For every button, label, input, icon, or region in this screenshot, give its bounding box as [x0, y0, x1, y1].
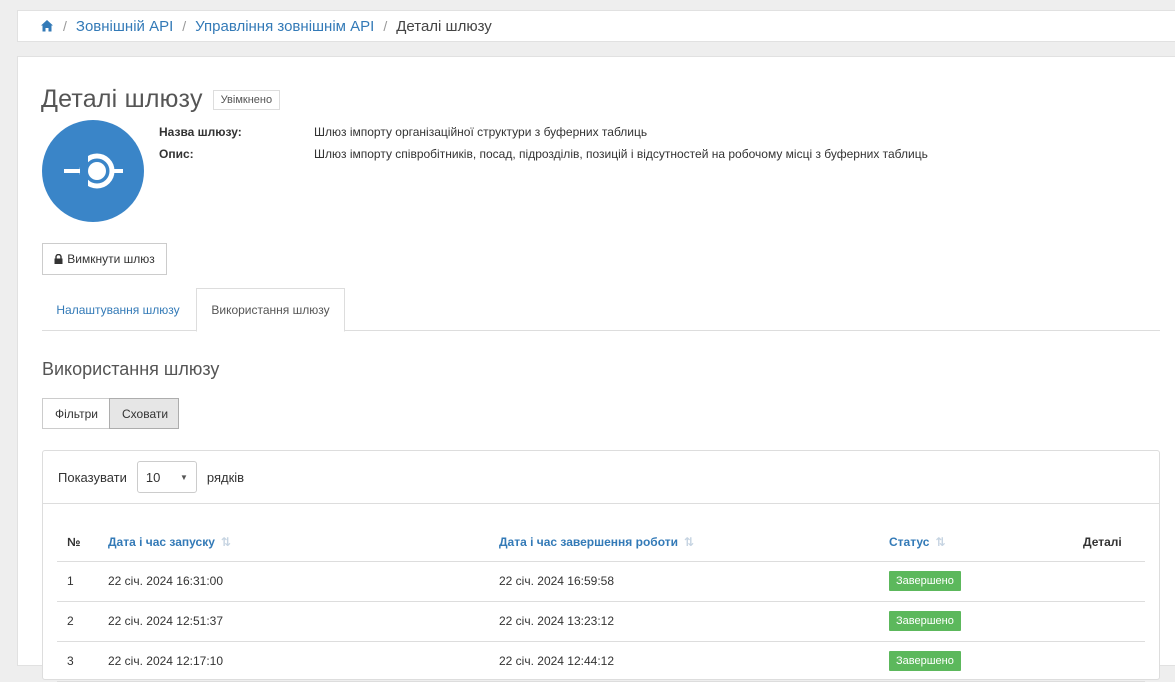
- tab-gateway-usage[interactable]: Використання шлюзу: [196, 288, 345, 332]
- breadcrumb-link-api-management[interactable]: Управління зовнішнім API: [195, 18, 374, 35]
- column-header-details: Деталі: [1083, 523, 1145, 562]
- gateway-description-value: Шлюз імпорту співробітників, посад, підр…: [314, 147, 928, 161]
- breadcrumb-separator: /: [383, 18, 388, 34]
- filter-button-group: Фільтри Сховати: [42, 398, 179, 429]
- table-header-row: № Дата і час запуску ⇅ Дата і час заверше…: [57, 523, 1145, 562]
- column-header-start[interactable]: Дата і час запуску ⇅: [107, 523, 498, 562]
- page-title: Деталі шлюзу: [41, 85, 203, 113]
- status-badge: Завершено: [889, 651, 961, 671]
- section-title: Використання шлюзу: [42, 359, 220, 379]
- cell-start: 22 січ. 2024 12:51:37: [107, 601, 498, 642]
- gateway-description-row: Опис: Шлюз імпорту співробітників, посад…: [159, 143, 928, 165]
- hide-button[interactable]: Сховати: [109, 398, 179, 429]
- cell-end: 22 січ. 2024 13:23:12: [498, 601, 888, 642]
- table-row[interactable]: 1 22 січ. 2024 16:31:00 22 січ. 2024 16:…: [57, 561, 1145, 602]
- table-row[interactable]: 3 22 січ. 2024 12:17:10 22 січ. 2024 12:…: [57, 641, 1145, 682]
- chevron-down-icon: ▼: [179, 472, 188, 482]
- usage-table-panel: Показувати 10 ▼ рядків № Дата і час запу…: [42, 450, 1160, 682]
- cell-end: 22 січ. 2024 16:59:58: [498, 561, 888, 602]
- cell-details: [1083, 601, 1145, 642]
- disable-gateway-label: Вимкнути шлюз: [67, 252, 155, 266]
- column-header-status[interactable]: Статус ⇅: [888, 523, 1083, 562]
- title-row: Деталі шлюзу Увімкнено: [41, 85, 281, 114]
- tab-gateway-settings[interactable]: Налаштування шлюзу: [42, 288, 194, 331]
- usage-table: № Дата і час запуску ⇅ Дата і час заверше…: [57, 523, 1145, 682]
- home-icon[interactable]: [40, 19, 54, 33]
- cell-status: Завершено: [888, 601, 1083, 642]
- breadcrumb-separator: /: [63, 18, 67, 34]
- tab-bar: Налаштування шлюзу Використання шлюзу: [42, 288, 1160, 332]
- page-length-control: Показувати 10 ▼ рядків: [58, 461, 244, 493]
- cell-number: 3: [57, 641, 107, 682]
- breadcrumb-current: Деталі шлюзу: [396, 17, 492, 35]
- status-badge: Увімкнено: [212, 89, 281, 110]
- rows-label: рядків: [206, 469, 245, 485]
- cell-status: Завершено: [888, 641, 1083, 682]
- column-header-number: №: [57, 523, 107, 562]
- show-label: Показувати: [58, 469, 127, 485]
- table-row[interactable]: 2 22 січ. 2024 12:51:37 22 січ. 2024 13:…: [57, 601, 1145, 642]
- lock-icon: [54, 254, 63, 264]
- column-header-start-label: Дата і час запуску: [108, 534, 215, 549]
- column-header-end[interactable]: Дата і час завершення роботи ⇅: [498, 523, 888, 562]
- sort-icon: ⇅: [220, 534, 231, 549]
- column-header-status-label: Статус: [889, 534, 930, 549]
- page-size-select[interactable]: 10 ▼: [136, 461, 197, 493]
- cell-end: 22 січ. 2024 12:44:12: [498, 641, 888, 682]
- divider: [43, 503, 1159, 504]
- cell-number: 1: [57, 561, 107, 602]
- disable-gateway-button[interactable]: Вимкнути шлюз: [42, 243, 167, 275]
- column-header-end-label: Дата і час завершення роботи: [499, 534, 678, 549]
- page-size-value: 10: [145, 469, 161, 485]
- status-badge: Завершено: [889, 571, 961, 591]
- filters-button[interactable]: Фільтри: [42, 398, 110, 429]
- cell-start: 22 січ. 2024 12:17:10: [107, 641, 498, 682]
- gateway-icon: [42, 120, 144, 222]
- breadcrumb-link-external-api[interactable]: Зовнішній API: [76, 18, 173, 35]
- gateway-description-label: Опис:: [159, 147, 194, 161]
- sort-icon: ⇅: [935, 534, 946, 549]
- cell-details: [1083, 641, 1145, 682]
- cell-start: 22 січ. 2024 16:31:00: [107, 561, 498, 602]
- gateway-name-row: Назва шлюзу: Шлюз імпорту організаційної…: [159, 121, 928, 143]
- sort-icon: ⇅: [684, 534, 695, 549]
- cell-status: Завершено: [888, 561, 1083, 602]
- gateway-info: Назва шлюзу: Шлюз імпорту організаційної…: [159, 121, 928, 165]
- breadcrumb: / Зовнішній API / Управління зовнішнім A…: [17, 10, 1175, 42]
- cell-details: [1083, 561, 1145, 602]
- gateway-name-label: Назва шлюзу:: [159, 125, 242, 139]
- status-badge: Завершено: [889, 611, 961, 631]
- breadcrumb-separator: /: [182, 18, 187, 34]
- cell-number: 2: [57, 601, 107, 642]
- main-panel: Деталі шлюзу Увімкнено Назва шлюзу: Шлюз…: [17, 56, 1175, 682]
- gateway-name-value: Шлюз імпорту організаційної структури з …: [314, 125, 648, 139]
